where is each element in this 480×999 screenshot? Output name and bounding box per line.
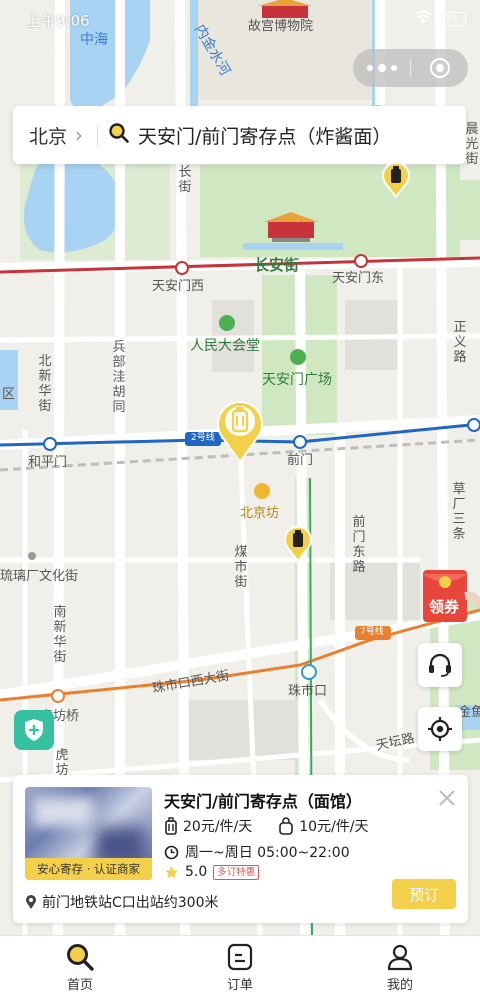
map-label-hufang: 虎坊 xyxy=(55,748,69,778)
tab-bar: 首页 订单 我的 xyxy=(0,935,480,999)
user-icon xyxy=(387,944,413,971)
tab-mine-label: 我的 xyxy=(386,978,413,993)
storage-pin-small[interactable] xyxy=(380,160,412,202)
capsule-menu xyxy=(353,49,468,87)
certified-badge: 安心寄存 · 认证商家 xyxy=(25,858,152,880)
map-label-line2: 2号线 xyxy=(191,433,215,443)
search-bar[interactable]: 北京 › 天安门/前门寄存点（炸酱面） xyxy=(13,106,466,164)
luggage-pin-icon xyxy=(217,401,263,464)
target-close-icon xyxy=(429,58,450,78)
map-label-dongguang: 晨光街 xyxy=(465,122,479,167)
battery-icon: 55 xyxy=(438,12,466,26)
rating-row: 5.0 多订特惠 xyxy=(164,864,260,880)
more-dot-icon xyxy=(377,64,386,72)
book-button[interactable]: 预订 xyxy=(392,879,456,909)
more-dot-icon xyxy=(366,65,373,71)
close-card-button[interactable] xyxy=(436,787,458,809)
close-miniprogram-button[interactable] xyxy=(411,49,468,87)
tab-orders-label: 订单 xyxy=(226,978,253,993)
map-label-liulichang: 琉璃厂文化街 xyxy=(0,569,79,584)
rating-value: 5.0 xyxy=(185,864,208,880)
more-button[interactable] xyxy=(353,49,410,87)
search-icon xyxy=(67,944,94,971)
coupon-label: 领券 xyxy=(429,598,460,616)
order-icon xyxy=(227,943,253,971)
luggage-pin-icon xyxy=(382,161,410,199)
tab-mine[interactable]: 我的 xyxy=(320,936,480,999)
address-row: 前门地铁站C口出站约300米 xyxy=(25,892,219,912)
more-dot-icon xyxy=(390,65,397,71)
status-time: 上午9:06 xyxy=(26,12,90,30)
store-card[interactable]: 安心寄存 · 认证商家 天安门/前门寄存点（面馆） 20元/件/天 10元/件/… xyxy=(13,775,468,923)
location-pin-icon xyxy=(26,895,36,909)
map-label-tiananmendong: 天安门东 xyxy=(332,271,385,286)
map-label-qianmendonglu: 前门东路 xyxy=(352,515,366,575)
price-large-text: 20元/件/天 xyxy=(183,819,253,835)
clock-icon xyxy=(164,845,179,859)
price-row: 20元/件/天 10元/件/天 xyxy=(164,816,369,836)
map-label-renmindahuitang: 人民大会堂 xyxy=(190,338,260,354)
battery-level: 55 xyxy=(446,14,458,24)
search-query: 天安门/前门寄存点（炸酱面） xyxy=(138,125,392,148)
store-address: 前门地铁站C口出站约300米 xyxy=(42,895,219,911)
price-small-text: 10元/件/天 xyxy=(299,819,369,835)
headset-icon xyxy=(429,653,451,677)
star-icon xyxy=(165,865,178,878)
map-label-beijingfang: 北京坊 xyxy=(240,506,280,521)
map-view[interactable]: 上午9:06 55 中海 故宫博物院 内金水河 南长街 长安街 天安门西 天安门… xyxy=(0,0,480,935)
map-label-hepingmen: 和平门 xyxy=(28,455,68,470)
suitcase-icon xyxy=(165,817,177,835)
locate-me-button[interactable] xyxy=(418,707,462,751)
map-label-tiananmenxi: 天安门西 xyxy=(152,279,205,294)
bag-icon xyxy=(279,817,294,835)
map-label-tiananmenguangchang: 天安门广场 xyxy=(262,372,332,388)
map-label-bingbu: 兵部洼胡同 xyxy=(112,340,126,415)
map-label-meishijie: 煤市街 xyxy=(234,545,248,590)
city-selector[interactable]: 北京 › xyxy=(13,122,83,149)
close-icon xyxy=(439,790,455,806)
map-label-gugong: 故宫博物院 xyxy=(248,19,314,34)
tab-orders[interactable]: 订单 xyxy=(160,936,320,999)
search-icon xyxy=(108,122,130,148)
locate-icon xyxy=(428,717,452,741)
coupon-button[interactable]: 领券 xyxy=(421,566,480,624)
chevron-right-icon: › xyxy=(75,123,84,147)
map-label-caochangsitiao: 草厂三条 xyxy=(452,482,466,542)
tab-home[interactable]: 首页 xyxy=(0,936,160,999)
business-hours: 周一~周日 05:00~22:00 xyxy=(185,845,350,861)
store-name: 天安门/前门寄存点（面馆） xyxy=(164,792,362,811)
small-luggage-price: 10元/件/天 xyxy=(278,816,369,836)
storage-pin-small[interactable] xyxy=(282,524,314,566)
shield-plus-icon xyxy=(25,719,43,741)
city-name: 北京 xyxy=(29,125,68,148)
status-bar: 上午9:06 55 xyxy=(0,0,480,36)
luggage-pin-icon xyxy=(284,525,312,563)
map-label-zhengyi: 正义路 xyxy=(453,320,467,365)
insurance-button[interactable] xyxy=(14,710,54,750)
promo-tag: 多订特惠 xyxy=(213,864,260,880)
map-label-line7: 7号线 xyxy=(360,627,384,637)
map-label-zhonghai: 中海 xyxy=(80,32,108,48)
tab-home-label: 首页 xyxy=(66,978,93,993)
storage-pin-selected[interactable] xyxy=(215,396,265,468)
large-luggage-price: 20元/件/天 xyxy=(164,816,252,836)
search-divider xyxy=(97,124,99,146)
map-label-nanxinhua: 南新华街 xyxy=(53,605,67,665)
hours-row: 周一~周日 05:00~22:00 xyxy=(164,842,350,862)
map-label-qu: 区 xyxy=(2,387,16,402)
map-label-changanjie: 长安街 xyxy=(254,256,300,274)
wifi-icon xyxy=(414,10,432,28)
customer-service-button[interactable] xyxy=(418,643,462,687)
map-label-beixinhua: 北新华街 xyxy=(38,354,52,414)
map-label-qianmen: 前门 xyxy=(287,453,314,468)
map-label-zhushikou: 珠市口 xyxy=(288,684,328,699)
